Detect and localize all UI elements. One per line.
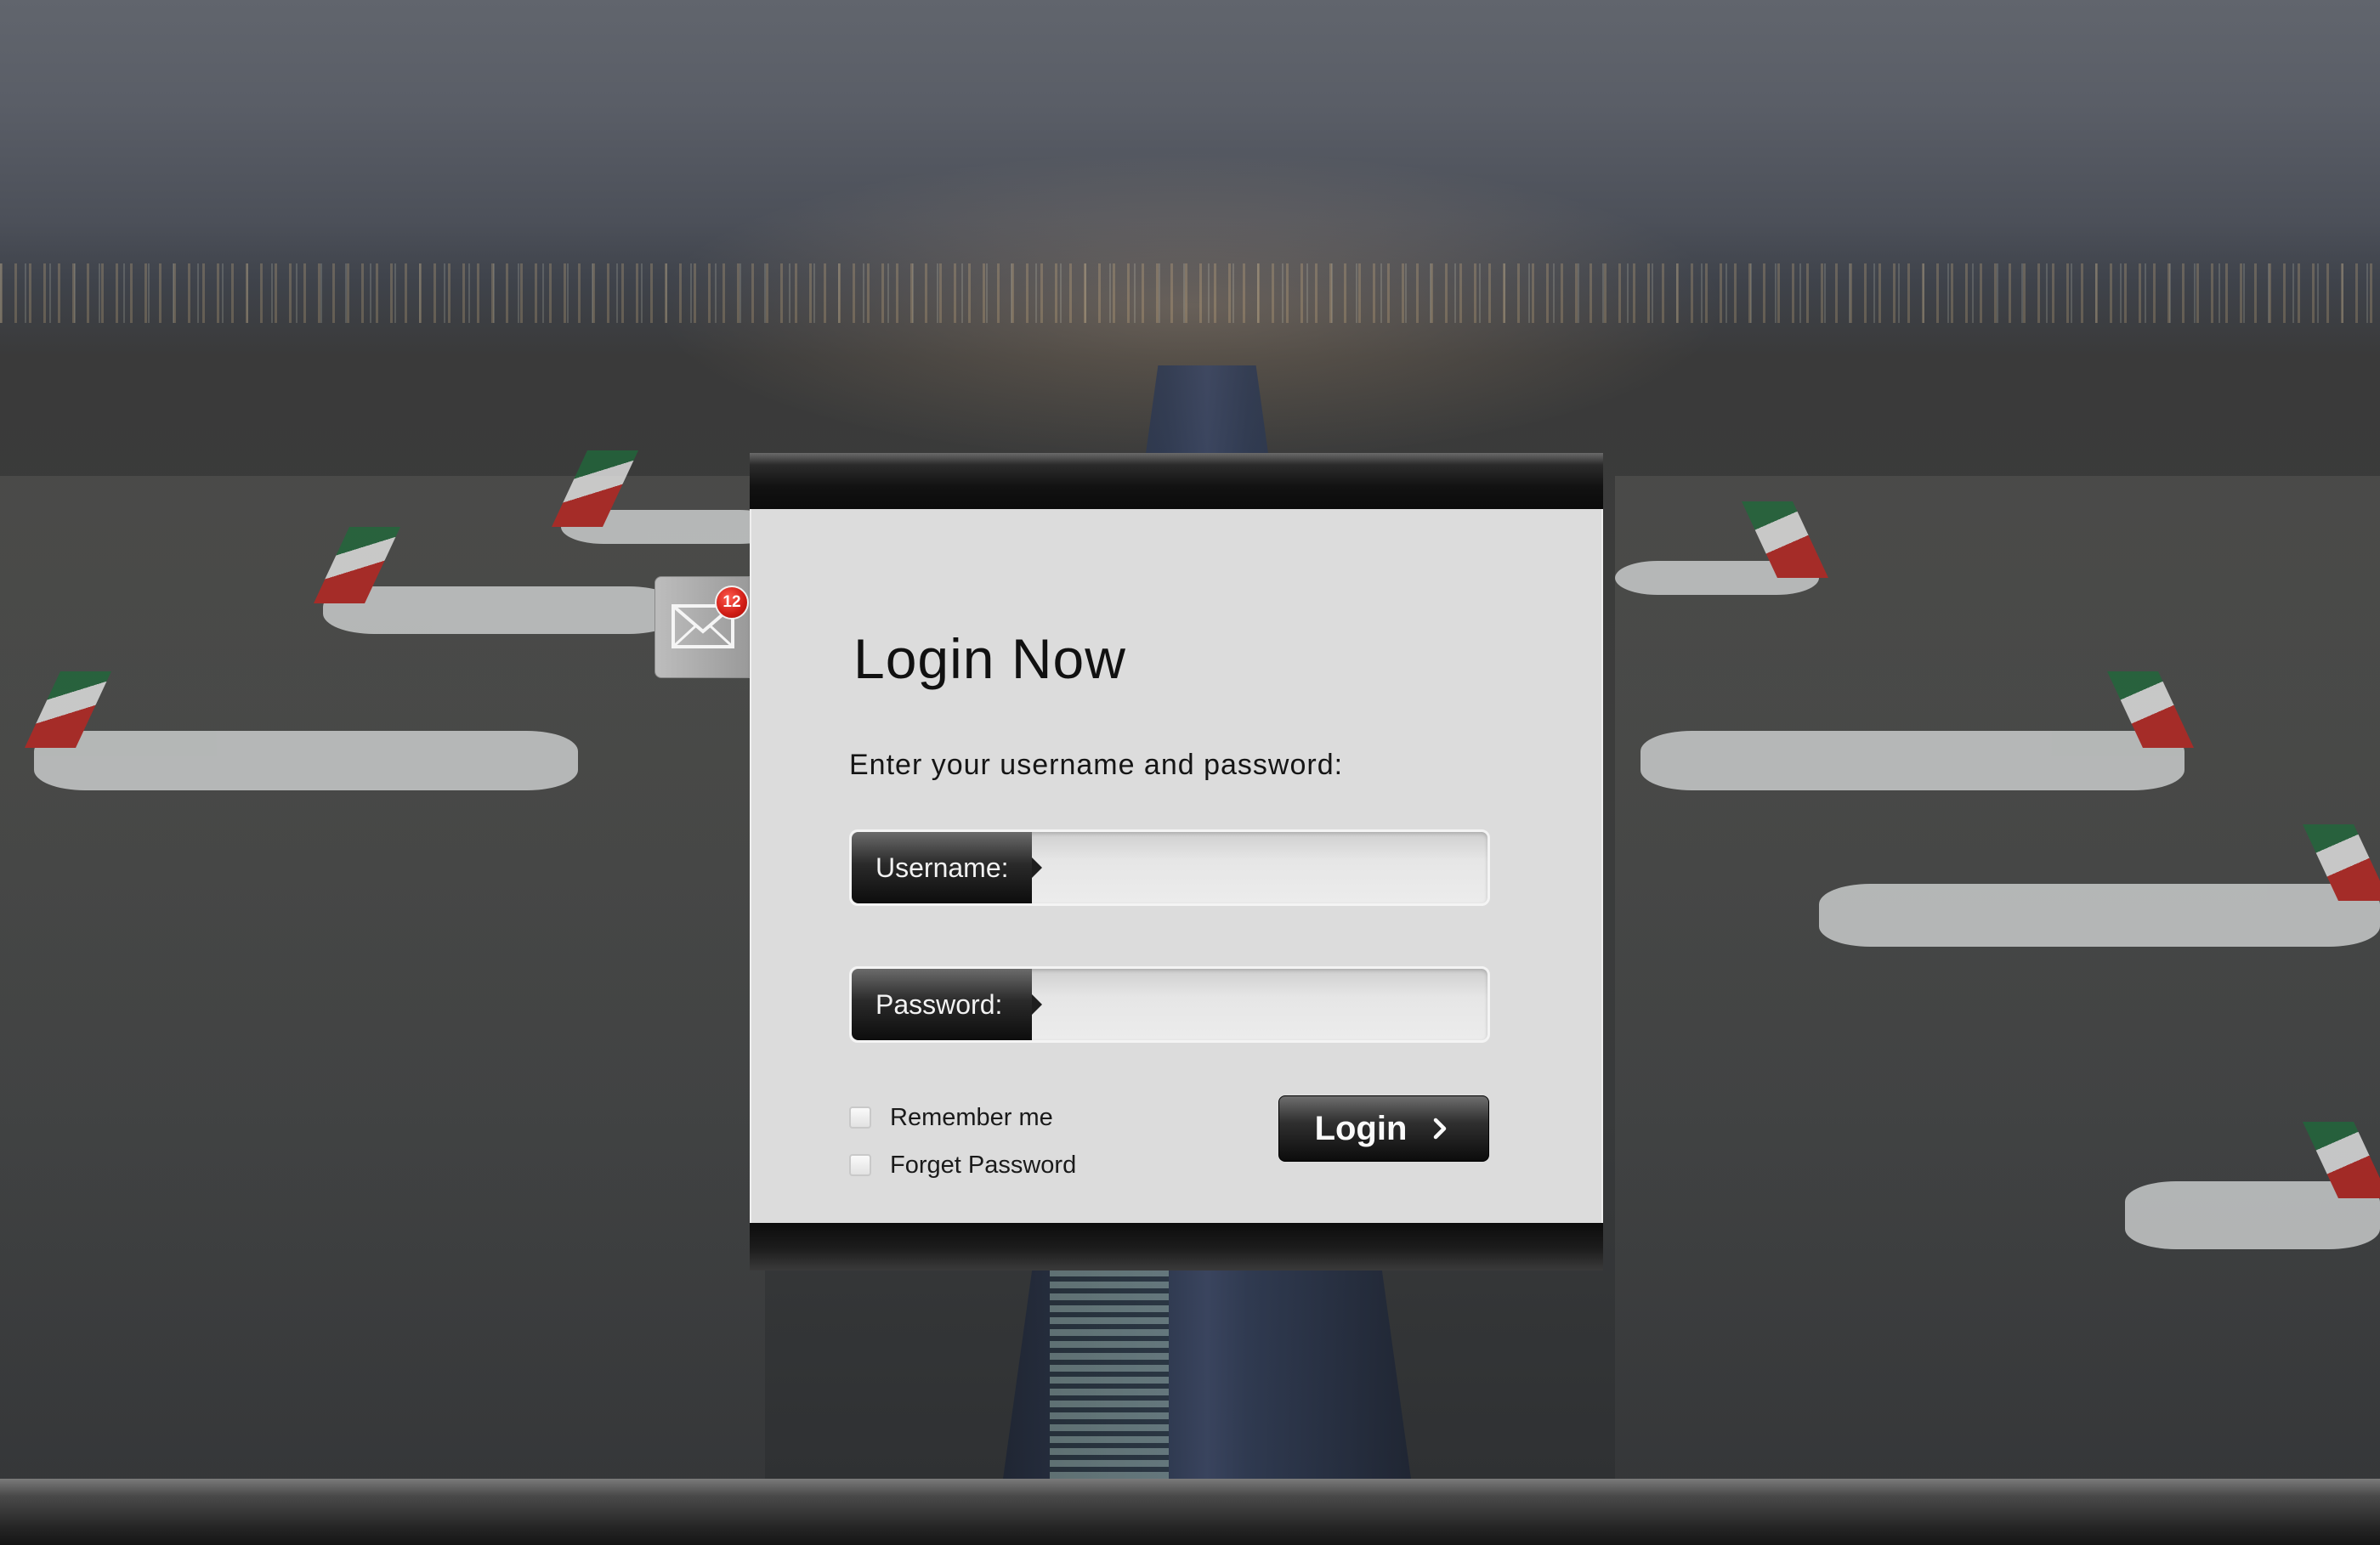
remember-me-row[interactable]: Remember me — [849, 1102, 1053, 1133]
username-field[interactable]: Username: — [849, 829, 1490, 906]
login-instructions: Enter your username and password: — [849, 749, 1344, 781]
notification-count-badge: 12 — [715, 586, 749, 620]
password-field[interactable]: Password: — [849, 966, 1490, 1043]
airplane — [323, 586, 680, 634]
airplane — [34, 731, 578, 790]
username-label: Username: — [852, 832, 1042, 903]
airplane — [1819, 884, 2380, 947]
forget-password-checkbox[interactable] — [849, 1154, 871, 1176]
terminal-glass — [1050, 1266, 1169, 1479]
username-input[interactable] — [1046, 837, 1474, 900]
airplane — [561, 510, 782, 544]
chevron-right-icon — [1434, 1118, 1447, 1140]
login-button-label: Login — [1314, 1109, 1408, 1147]
airplane — [1615, 561, 1819, 595]
forget-password-row[interactable]: Forget Password — [849, 1150, 1076, 1180]
panel-body: Login Now Enter your username and passwo… — [750, 509, 1603, 1223]
panel-bottom-bar — [750, 1223, 1603, 1271]
bottom-bar — [0, 1479, 2380, 1545]
password-label: Password: — [852, 969, 1042, 1040]
remember-me-checkbox[interactable] — [849, 1106, 871, 1129]
airplane — [2125, 1181, 2380, 1249]
password-input[interactable] — [1046, 974, 1474, 1037]
apron-right — [1615, 476, 2380, 1479]
city-lights — [0, 263, 2380, 323]
login-button[interactable]: Login — [1278, 1095, 1489, 1162]
page-title: Login Now — [853, 627, 1126, 690]
panel-top-bar — [750, 453, 1603, 509]
login-panel: Login Now Enter your username and passwo… — [750, 453, 1603, 1271]
remember-me-label[interactable]: Remember me — [890, 1104, 1053, 1132]
mail-notification-button[interactable]: 12 — [654, 576, 750, 678]
forget-password-label[interactable]: Forget Password — [890, 1152, 1076, 1180]
airplane — [1640, 731, 2184, 790]
